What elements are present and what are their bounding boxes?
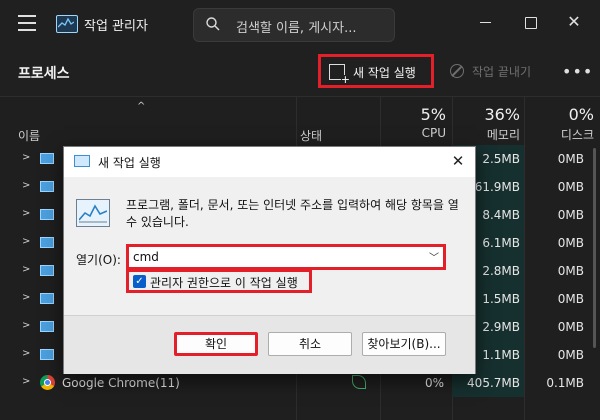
process-icon (40, 293, 54, 304)
task-manager-app-icon (56, 15, 78, 33)
sort-arrow-icon: ^ (137, 101, 146, 112)
efficiency-mode-leaf-icon (352, 375, 366, 389)
process-icon (40, 181, 54, 192)
process-disk: 0MB (557, 180, 584, 194)
expand-chevron-icon[interactable]: > (22, 292, 30, 303)
more-options-icon[interactable]: ••• (562, 62, 593, 81)
admin-privileges-label[interactable]: 관리자 권한으로 이 작업 실행 (150, 274, 298, 291)
column-disk[interactable]: 0% 디스크 (524, 105, 594, 143)
dialog-description: 프로그램, 폴더, 문서, 또는 인터넷 주소를 입력하여 해당 항목을 열 수… (126, 198, 459, 229)
column-name[interactable]: 이름 (18, 127, 40, 144)
expand-chevron-icon[interactable]: > (22, 320, 30, 331)
hamburger-menu-icon[interactable] (18, 15, 36, 31)
chrome-icon (40, 375, 55, 390)
window-title: 작업 관리자 (84, 19, 148, 34)
maximize-button[interactable] (518, 12, 542, 32)
expand-chevron-icon[interactable]: > (22, 376, 30, 387)
end-task-icon (450, 64, 464, 78)
process-disk: 0.1MB (546, 376, 584, 390)
process-cpu: 0% (424, 376, 444, 390)
toolbar: 프로세스 새 작업 실행 작업 끝내기 ••• (0, 48, 600, 96)
process-icon (40, 237, 54, 248)
expand-chevron-icon[interactable]: > (22, 236, 30, 247)
dialog-title: 새 작업 실행 (98, 156, 161, 170)
column-memory[interactable]: 36% 메모리 (450, 105, 520, 143)
expand-chevron-icon[interactable]: > (22, 264, 30, 275)
process-disk: 0MB (557, 264, 584, 278)
run-new-task-dialog: 새 작업 실행 ✕ 프로그램, 폴더, 문서, 또는 인터넷 주소를 입력하여 … (63, 146, 476, 374)
open-input-value: cmd (133, 250, 159, 264)
memory-label: 메모리 (486, 128, 520, 142)
process-disk: 0MB (557, 292, 584, 306)
expand-chevron-icon[interactable]: > (22, 348, 30, 359)
dialog-close-button[interactable]: ✕ (448, 151, 468, 171)
open-input[interactable]: cmd ﹀ (126, 244, 446, 270)
process-icon (40, 349, 54, 360)
close-window-button[interactable]: ✕ (562, 12, 586, 32)
chevron-down-icon[interactable]: ﹀ (429, 249, 439, 264)
disk-total-percent: 0% (568, 105, 594, 124)
expand-chevron-icon[interactable]: > (22, 152, 30, 163)
process-name: Google Chrome(11) (62, 376, 180, 390)
ok-button[interactable]: 확인 (174, 332, 258, 356)
dialog-app-icon (74, 155, 90, 167)
process-disk: 0MB (557, 348, 584, 362)
admin-privileges-option[interactable]: ✓ 관리자 권한으로 이 작업 실행 (126, 269, 312, 293)
end-task-label: 작업 끝내기 (472, 65, 532, 79)
process-disk: 0MB (557, 236, 584, 250)
process-disk: 0MB (557, 320, 584, 334)
admin-privileges-checkbox[interactable]: ✓ (133, 275, 146, 288)
expand-chevron-icon[interactable]: > (22, 180, 30, 191)
page-title: 프로세스 (18, 66, 70, 82)
memory-total-percent: 36% (484, 105, 520, 124)
cpu-label: CPU (421, 126, 446, 140)
process-disk: 0MB (557, 208, 584, 222)
search-icon (206, 17, 220, 31)
dialog-title-bar: 새 작업 실행 ✕ (64, 147, 475, 177)
disk-label: 디스크 (560, 128, 594, 142)
minimize-button[interactable] (474, 12, 498, 32)
process-icon (40, 321, 54, 332)
column-status[interactable]: 상태 (300, 127, 322, 144)
title-bar: 작업 관리자 검색할 이름, 게시자... ✕ (0, 0, 600, 48)
run-dialog-icon (76, 199, 110, 227)
column-header-row: ^ 이름 상태 5% CPU 36% 메모리 0% 디스크 (0, 96, 600, 145)
process-icon (40, 209, 54, 220)
process-icon (40, 153, 54, 164)
scrollbar[interactable] (593, 148, 596, 348)
end-task-button[interactable]: 작업 끝내기 (450, 63, 531, 80)
cancel-button[interactable]: 취소 (268, 332, 352, 356)
search-box[interactable]: 검색할 이름, 게시자... (193, 8, 395, 42)
column-cpu[interactable]: 5% CPU (380, 105, 446, 140)
expand-chevron-icon[interactable]: > (22, 208, 30, 219)
process-disk: 0MB (557, 152, 584, 166)
open-field-label: 열기(O): (76, 253, 121, 267)
search-placeholder: 검색할 이름, 게시자... (236, 21, 357, 36)
process-memory: 405.7MB (467, 376, 520, 390)
dialog-footer: 확인 취소 찾아보기(B)... (64, 315, 475, 374)
browse-button[interactable]: 찾아보기(B)... (362, 332, 446, 356)
run-new-task-label: 새 작업 실행 (353, 66, 416, 80)
cpu-total-percent: 5% (420, 105, 446, 124)
run-new-task-button[interactable]: 새 작업 실행 (318, 54, 434, 88)
new-task-icon (329, 64, 350, 85)
process-icon (40, 265, 54, 276)
